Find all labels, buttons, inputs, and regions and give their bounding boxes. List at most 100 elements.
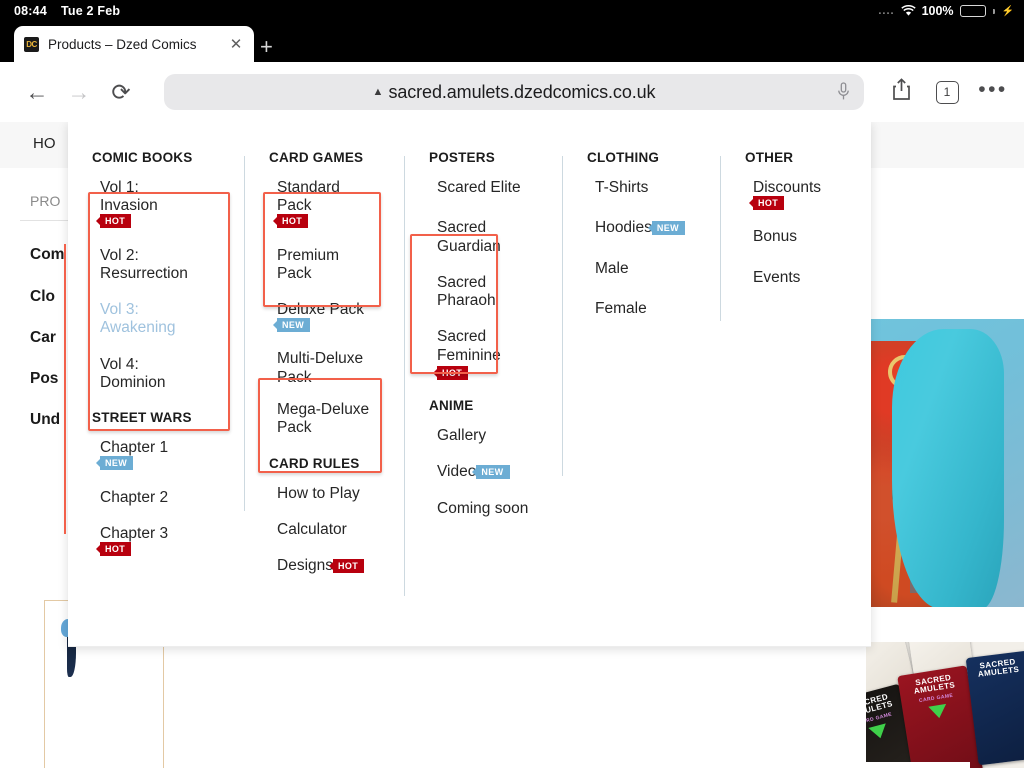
highlight-box-edge-fragment xyxy=(64,244,70,534)
status-right-cluster: .... 100% ⚡ xyxy=(878,4,1014,18)
tab-title: Products – Dzed Comics xyxy=(48,36,197,52)
menu-item-vol-1[interactable]: Vol 1: Invasion xyxy=(100,179,231,216)
mega-menu-column-comic-books: COMIC BOOKS Vol 1: Invasion HOT Vol 2: Res… xyxy=(68,150,245,646)
hot-badge: HOT xyxy=(437,365,469,380)
site-nav-home-clipped[interactable]: HO xyxy=(33,135,56,152)
menu-item-vol-3[interactable]: Vol 3: Awakening xyxy=(100,301,231,338)
close-tab-icon[interactable]: ✕ xyxy=(228,35,244,53)
hot-badge: HOT xyxy=(100,541,132,556)
back-button[interactable]: ← xyxy=(16,79,58,106)
menu-item-coming-soon[interactable]: Coming soon xyxy=(437,500,549,518)
badge-row: HOT xyxy=(437,364,549,382)
menu-item-premium-pack[interactable]: Premium Pack xyxy=(277,247,391,284)
menu-item-sacred-feminine[interactable]: Sacred Feminine xyxy=(437,328,549,365)
site-security-icon: ▲ xyxy=(372,86,384,98)
hot-badge: HOT xyxy=(277,214,309,229)
breadcrumb: PRO xyxy=(30,193,61,209)
menu-item-gallery[interactable]: Gallery xyxy=(437,427,549,445)
column-heading: CLOTHING xyxy=(587,150,660,165)
ios-status-bar: 08:44 Tue 2 Feb .... 100% ⚡ xyxy=(0,0,1024,22)
product-image-hoodie[interactable] xyxy=(866,319,1024,607)
tab-count: 1 xyxy=(935,80,959,104)
menu-item-chapter-3[interactable]: Chapter 3 xyxy=(100,525,231,543)
menu-item-chapter-2[interactable]: Chapter 2 xyxy=(100,489,231,507)
hot-badge: HOT xyxy=(333,558,365,574)
menu-item-hoodies[interactable]: Hoodies NEW xyxy=(595,219,707,237)
menu-item-multi-deluxe-pack[interactable]: Multi-Deluxe Pack xyxy=(277,350,391,387)
battery-cap-icon xyxy=(992,8,995,14)
column-subheading-anime: ANIME xyxy=(429,397,474,413)
product-caption-box: GAMES oducts xyxy=(855,762,970,768)
share-icon[interactable] xyxy=(878,78,924,106)
hot-badge: HOT xyxy=(100,214,132,229)
hot-badge: HOT xyxy=(753,196,785,211)
battery-icon xyxy=(959,5,986,17)
charging-bolt-icon: ⚡ xyxy=(1001,5,1014,17)
sidebar-item-posters[interactable]: Pos xyxy=(30,370,58,388)
mega-menu-dropdown: COMIC BOOKS Vol 1: Invasion HOT Vol 2: Res… xyxy=(68,122,871,647)
menu-item-label: Video xyxy=(437,463,477,481)
gem-icon xyxy=(928,703,949,720)
sidebar-item-under[interactable]: Und xyxy=(30,411,60,429)
mega-menu-column-card-games: CARD GAMES Standard Pack HOT Premium Pack … xyxy=(245,150,405,646)
browser-toolbar: ← → ⟳ ▲ sacred.amulets.dzedcomics.co.uk … xyxy=(0,62,1024,122)
address-bar[interactable]: ▲ sacred.amulets.dzedcomics.co.uk xyxy=(164,74,864,110)
screen: 08:44 Tue 2 Feb .... 100% ⚡ DC Products … xyxy=(0,0,1024,768)
microphone-icon[interactable] xyxy=(837,82,850,106)
forward-button[interactable]: → xyxy=(58,79,100,106)
sidebar-item-comics[interactable]: Com xyxy=(30,246,64,264)
menu-item-chapter-1[interactable]: Chapter 1 xyxy=(100,439,231,457)
menu-item-sacred-pharaoh[interactable]: Sacred Pharaoh xyxy=(437,274,549,311)
new-tab-button[interactable]: + xyxy=(260,34,273,60)
menu-item-vol-2[interactable]: Vol 2: Resurrection xyxy=(100,247,231,284)
column-heading: POSTERS xyxy=(429,150,495,165)
column-heading: COMIC BOOKS xyxy=(92,150,193,165)
menu-item-video[interactable]: Video NEW xyxy=(437,463,549,481)
menu-item-male[interactable]: Male xyxy=(595,260,707,278)
mega-menu-column-other: OTHER Discounts HOT Bonus Events xyxy=(721,150,871,646)
menu-item-label: Hoodies xyxy=(595,219,652,237)
menu-item-events[interactable]: Events xyxy=(753,269,857,287)
url-text: sacred.amulets.dzedcomics.co.uk xyxy=(388,81,656,102)
page-viewport: HO PRO Com Clo Car Pos Und SACRED AMULET… xyxy=(0,122,1024,768)
menu-item-designs[interactable]: Designs HOT xyxy=(277,557,391,575)
menu-item-discounts[interactable]: Discounts xyxy=(753,179,857,197)
hoodie-sleeve xyxy=(892,329,1004,607)
menu-item-vol-4[interactable]: Vol 4: Dominion xyxy=(100,356,231,393)
tab-overview-button[interactable]: 1 xyxy=(924,80,970,104)
column-subheading-card-rules: CARD RULES xyxy=(269,455,360,471)
browser-tab[interactable]: DC Products – Dzed Comics ✕ xyxy=(14,26,254,62)
product-image-card-game[interactable]: SACRED AMULETS CARD GAME SACRED AMULETS … xyxy=(866,642,1024,768)
card-title: SACRED AMULETS xyxy=(977,657,1020,680)
menu-item-standard-pack[interactable]: Standard Pack xyxy=(277,179,391,216)
status-time: 08:44 xyxy=(14,4,47,18)
column-heading: CARD GAMES xyxy=(269,150,364,165)
menu-item-deluxe-pack[interactable]: Deluxe Pack xyxy=(277,301,391,319)
more-menu-button[interactable]: ••• xyxy=(970,79,1016,101)
more-icon: ••• xyxy=(978,78,1008,101)
menu-item-sacred-guardian[interactable]: Sacred Guardian xyxy=(437,219,549,256)
favicon-icon: DC xyxy=(24,36,39,52)
mega-menu-column-posters: POSTERS Scared Elite Sacred Guardian Sacr… xyxy=(405,150,563,646)
reload-button[interactable]: ⟳ xyxy=(100,79,142,106)
menu-item-t-shirts[interactable]: T-Shirts xyxy=(595,179,707,197)
menu-item-female[interactable]: Female xyxy=(595,300,707,318)
menu-item-label: Designs xyxy=(277,557,333,575)
menu-item-mega-deluxe-pack[interactable]: Mega-Deluxe Pack xyxy=(277,401,391,438)
sidebar-item-cards[interactable]: Car xyxy=(30,329,56,347)
new-badge: NEW xyxy=(651,220,686,236)
new-badge: NEW xyxy=(476,464,510,480)
status-date: Tue 2 Feb xyxy=(60,4,121,18)
column-subheading-street-wars: STREET WARS xyxy=(92,410,192,426)
battery-percent: 100% xyxy=(921,4,954,18)
menu-item-how-to-play[interactable]: How to Play xyxy=(277,485,391,503)
mega-menu-column-clothing: CLOTHING T-Shirts Hoodies NEW Male Female xyxy=(563,150,721,646)
menu-item-scared-elite[interactable]: Scared Elite xyxy=(437,179,549,197)
menu-item-bonus[interactable]: Bonus xyxy=(753,228,857,246)
menu-item-calculator[interactable]: Calculator xyxy=(277,521,391,539)
divider xyxy=(20,220,70,221)
tab-strip: DC Products – Dzed Comics ✕ + xyxy=(0,22,1024,62)
gem-icon xyxy=(868,723,890,741)
signal-dots-icon: .... xyxy=(878,5,895,17)
sidebar-item-clothing[interactable]: Clo xyxy=(30,288,55,306)
